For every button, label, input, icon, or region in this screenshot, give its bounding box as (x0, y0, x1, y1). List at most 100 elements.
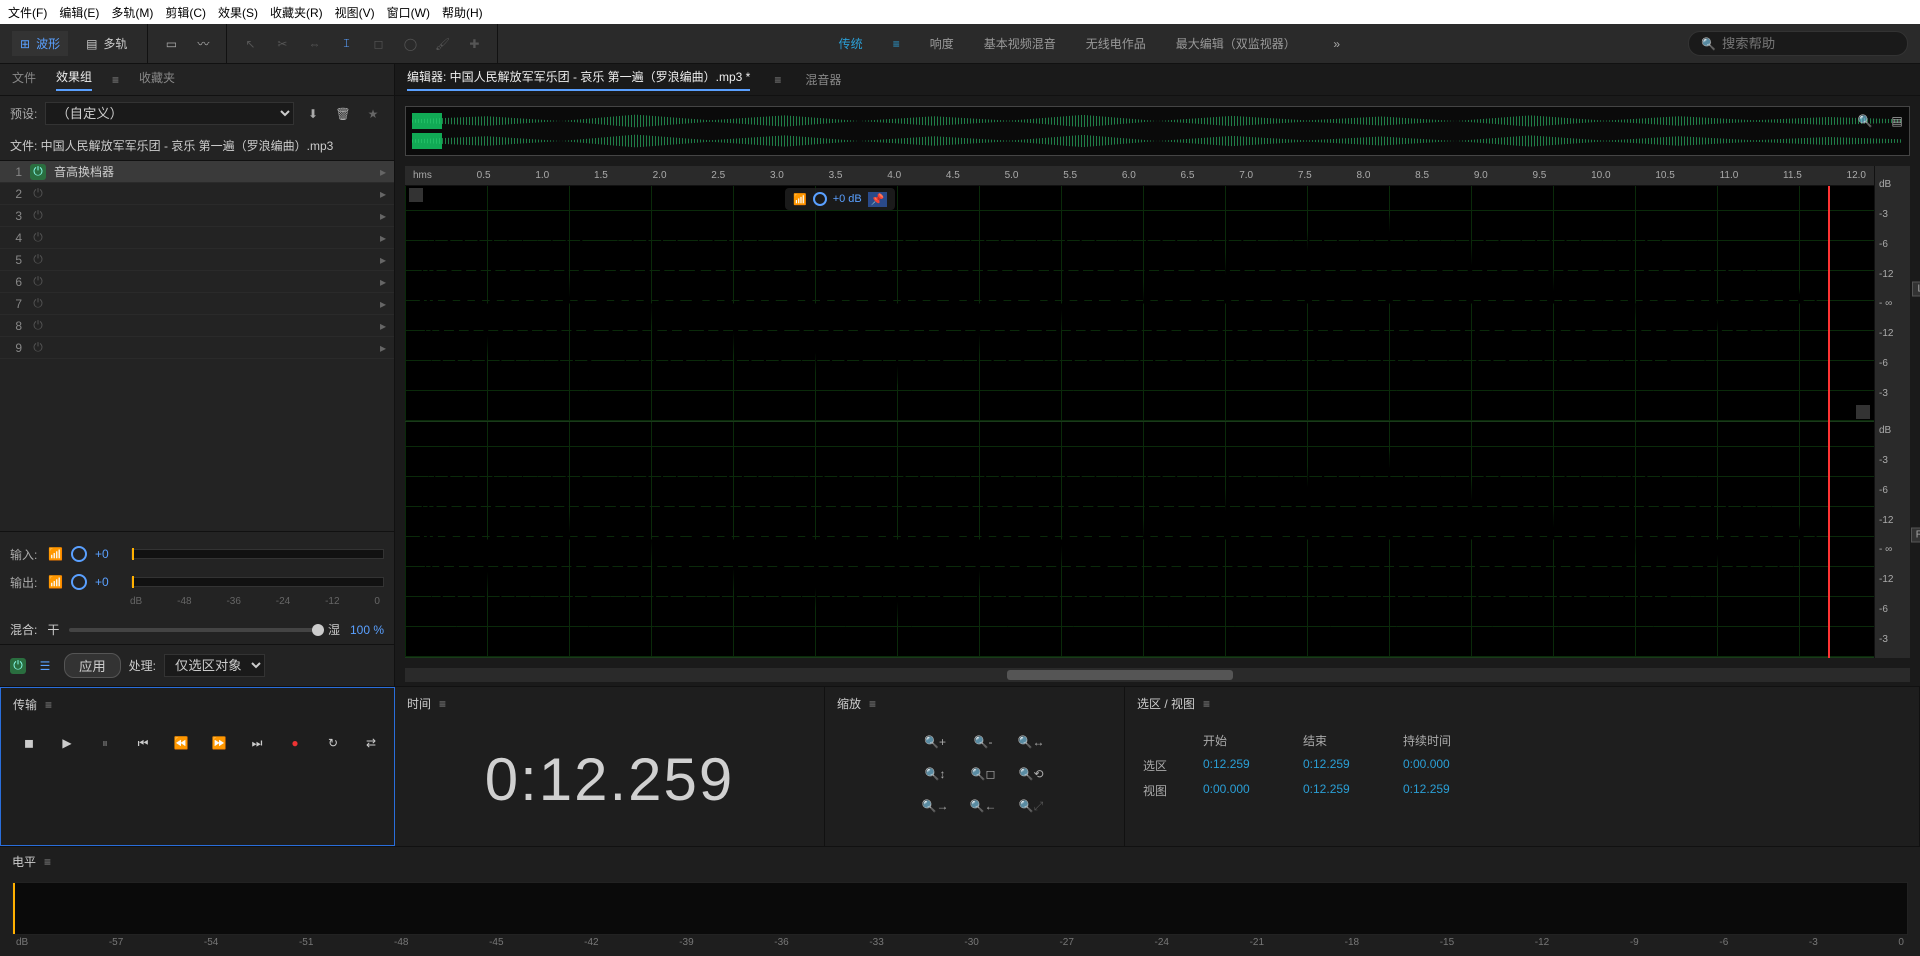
time-select-tool-icon[interactable]: 𝙸 (335, 33, 357, 55)
menu-favorites[interactable]: 收藏夹(R) (270, 4, 323, 21)
spectral-freq-icon[interactable]: ▭ (160, 33, 182, 55)
slip-tool-icon[interactable]: ⇔ (303, 33, 325, 55)
pause-button[interactable]: ⏸ (95, 733, 115, 753)
channel-label-r[interactable]: R (1911, 528, 1920, 543)
help-search-input[interactable] (1722, 36, 1899, 51)
waveform-channel-l[interactable] (405, 186, 1874, 422)
mode-multitrack-button[interactable]: ▤ 多轨 (78, 31, 135, 56)
rack-power-icon[interactable]: ⏻ (10, 658, 26, 674)
brush-tool-icon[interactable]: 🖌 (431, 33, 453, 55)
play-button[interactable]: ▶ (57, 733, 77, 753)
fx-power-icon[interactable]: ⏻ (30, 318, 46, 334)
sel-start-value[interactable]: 0:12.259 (1197, 753, 1297, 778)
waveform-display[interactable] (405, 186, 1874, 658)
favorite-icon[interactable]: ★ (362, 103, 384, 125)
fforward-button[interactable]: ⏩ (209, 733, 229, 753)
zoom-out-full-button[interactable]: 🔍← (965, 794, 1001, 818)
panel-menu-icon[interactable]: ≡ (44, 855, 51, 869)
zoom-in-v-button[interactable]: 🔍↕ (917, 762, 953, 786)
fx-arrow-icon[interactable]: ▸ (380, 209, 386, 223)
fx-slot-3[interactable]: 3⏻▸ (0, 205, 394, 227)
fx-slot-8[interactable]: 8⏻▸ (0, 315, 394, 337)
time-display[interactable]: 0:12.259 (407, 720, 812, 838)
tab-favorites[interactable]: 收藏夹 (139, 69, 175, 90)
panel-menu-icon[interactable]: ≡ (439, 697, 446, 711)
workspace-dualmon[interactable]: 最大编辑（双监视器） (1176, 35, 1296, 52)
zoom-in-point-button[interactable]: 🔍→ (917, 794, 953, 818)
fx-power-icon[interactable]: ⏻ (30, 208, 46, 224)
fx-power-icon[interactable]: ⏻ (30, 274, 46, 290)
zoom-nav-icon[interactable]: 🔍 (1854, 110, 1876, 132)
preset-select[interactable]: （自定义） (45, 102, 294, 125)
delete-preset-icon[interactable]: 🗑 (332, 103, 354, 125)
stop-button[interactable]: ◼ (19, 733, 39, 753)
fx-slot-1[interactable]: 1⏻音高换档器▸ (0, 161, 394, 183)
mix-value[interactable]: 100 % (350, 623, 384, 637)
overview-waveform[interactable] (405, 106, 1910, 156)
go-end-button[interactable]: ⏭ (247, 733, 267, 753)
fx-arrow-icon[interactable]: ▸ (380, 231, 386, 245)
record-button[interactable]: ● (285, 733, 305, 753)
editor-tab-menu-icon[interactable]: ≡ (774, 73, 781, 87)
fx-arrow-icon[interactable]: ▸ (380, 165, 386, 179)
mix-slider[interactable] (69, 628, 318, 632)
zoom-out-point-button[interactable]: 🔍⤢ (1013, 794, 1049, 818)
heal-tool-icon[interactable]: ✚ (463, 33, 485, 55)
fx-power-icon[interactable]: ⏻ (30, 296, 46, 312)
sel-end-value[interactable]: 0:12.259 (1297, 753, 1397, 778)
menu-view[interactable]: 视图(V) (335, 4, 375, 21)
workspace-loudness[interactable]: 响度 (930, 35, 954, 52)
menu-clip[interactable]: 剪辑(C) (165, 4, 206, 21)
menu-effects[interactable]: 效果(S) (218, 4, 258, 21)
input-gain-value[interactable]: +0 (95, 547, 123, 561)
process-select[interactable]: 仅选区对象 (164, 654, 265, 677)
workspace-overflow-icon[interactable]: » (1326, 33, 1348, 55)
fx-power-icon[interactable]: ⏻ (30, 340, 46, 356)
panel-menu-icon[interactable]: ≡ (1203, 697, 1210, 711)
lasso-tool-icon[interactable]: ◯ (399, 33, 421, 55)
view-dur-value[interactable]: 0:12.259 (1397, 778, 1497, 803)
output-gain-value[interactable]: +0 (95, 575, 123, 589)
playhead[interactable] (1828, 186, 1830, 658)
tab-menu-icon[interactable]: ≡ (112, 73, 119, 87)
input-gain-knob[interactable] (71, 546, 87, 562)
fx-slot-9[interactable]: 9⏻▸ (0, 337, 394, 359)
loop-button[interactable]: ↻ (323, 733, 343, 753)
menu-edit[interactable]: 编辑(E) (59, 4, 99, 21)
tab-effects-rack[interactable]: 效果组 (56, 68, 92, 91)
fx-arrow-icon[interactable]: ▸ (380, 341, 386, 355)
view-end-value[interactable]: 0:12.259 (1297, 778, 1397, 803)
fx-power-icon[interactable]: ⏻ (30, 164, 46, 180)
waveform-channel-r[interactable] (405, 422, 1874, 658)
workspace-video[interactable]: 基本视频混音 (984, 35, 1056, 52)
fx-slot-6[interactable]: 6⏻▸ (0, 271, 394, 293)
scrollbar-thumb[interactable] (1007, 670, 1233, 680)
menu-help[interactable]: 帮助(H) (442, 4, 483, 21)
mix-slider-thumb[interactable] (312, 624, 324, 636)
save-preset-icon[interactable]: ⬇ (302, 103, 324, 125)
output-gain-knob[interactable] (71, 574, 87, 590)
spectral-pitch-icon[interactable]: 〰 (192, 33, 214, 55)
fx-arrow-icon[interactable]: ▸ (380, 253, 386, 267)
zoom-sel-button[interactable]: 🔍◻ (965, 762, 1001, 786)
fx-slot-4[interactable]: 4⏻▸ (0, 227, 394, 249)
mode-waveform-button[interactable]: ⊞ 波形 (12, 31, 68, 56)
sel-dur-value[interactable]: 0:00.000 (1397, 753, 1497, 778)
tab-mixer[interactable]: 混音器 (805, 71, 841, 88)
menu-window[interactable]: 窗口(W) (387, 4, 430, 21)
menu-multitrack[interactable]: 多轨(M) (111, 4, 153, 21)
view-options-icon[interactable]: ▤ (1886, 110, 1908, 132)
fade-out-handle[interactable] (1856, 405, 1870, 419)
tab-files[interactable]: 文件 (12, 69, 36, 90)
panel-menu-icon[interactable]: ≡ (45, 698, 52, 712)
time-ruler[interactable]: hms 0.5 1.0 1.5 2.0 2.5 3.0 3.5 4.0 4.5 … (405, 166, 1874, 186)
channel-label-l[interactable]: L (1912, 282, 1920, 297)
zoom-in-h-button[interactable]: 🔍+ (917, 730, 953, 754)
horizontal-scrollbar[interactable] (405, 668, 1910, 682)
razor-tool-icon[interactable]: ✂ (271, 33, 293, 55)
fx-arrow-icon[interactable]: ▸ (380, 275, 386, 289)
fx-arrow-icon[interactable]: ▸ (380, 187, 386, 201)
tab-editor[interactable]: 编辑器: 中国人民解放军军乐团 - 哀乐 第一遍（罗浪编曲）.mp3 * (407, 68, 750, 91)
apply-button[interactable]: 应用 (64, 653, 121, 678)
fx-slot-2[interactable]: 2⏻▸ (0, 183, 394, 205)
